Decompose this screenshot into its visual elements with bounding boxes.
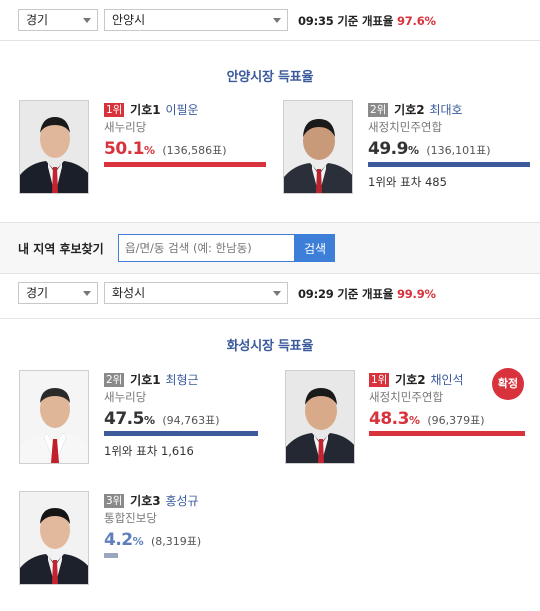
candidate-name[interactable]: 최형근 (165, 373, 198, 387)
divider (0, 40, 540, 41)
party-name: 새정치민주연합 (369, 390, 444, 404)
vote-count: (96,379표) (427, 414, 485, 427)
city-select-value: 안양시 (112, 13, 146, 27)
candidate-photo (283, 100, 353, 194)
count-status-label: 기준 개표율 (337, 14, 394, 28)
vote-bar (369, 431, 531, 436)
candidate-photo (19, 370, 89, 464)
count-rate: 99.9% (396, 287, 436, 301)
party-name: 새누리당 (104, 120, 147, 134)
section-title: 화성시장 득표율 (226, 339, 314, 354)
candidate-header: 2위 기호1 최형근 (104, 371, 199, 388)
candidate-header: 3위 기호3 홍성규 (104, 492, 199, 509)
candidate-name[interactable]: 최대호 (429, 103, 462, 117)
candidate-photo (19, 491, 89, 585)
vote-share: 47.5% (94,763표) (104, 409, 220, 429)
percent-value: 48.3% (369, 409, 420, 429)
count-time: 09:35 (298, 14, 334, 28)
vote-bar (104, 162, 266, 167)
rank-badge: 2위 (368, 103, 389, 117)
vote-bar-fill (369, 431, 526, 436)
divider (0, 318, 540, 319)
vote-bar-fill (104, 431, 258, 436)
party-name: 새누리당 (104, 390, 147, 404)
vote-bar-fill (104, 162, 266, 167)
candidate-name[interactable]: 채인석 (430, 373, 463, 387)
search-input[interactable] (118, 234, 295, 262)
vote-count: (136,586표) (162, 144, 227, 157)
candidate-photo (285, 370, 355, 464)
city-select[interactable]: 안양시 (104, 9, 288, 31)
chevron-down-icon (83, 18, 91, 23)
count-status: 09:35 기준 개표율 97.6% (298, 13, 436, 29)
search-button[interactable]: 검색 (295, 234, 335, 262)
city-select-value: 화성시 (112, 286, 146, 300)
vote-count: (94,763표) (162, 414, 220, 427)
vote-bar (104, 553, 266, 558)
count-status-label: 기준 개표율 (337, 287, 394, 301)
vote-gap: 1위와 표차 485 (368, 175, 447, 189)
vote-share: 50.1% (136,586표) (104, 139, 227, 159)
ballot-number: 기호1 (130, 373, 161, 387)
vote-share: 4.2% (8,319표) (104, 530, 201, 550)
city-select[interactable]: 화성시 (104, 282, 288, 304)
vote-share: 49.9% (136,101표) (368, 139, 491, 159)
rank-badge: 1위 (104, 103, 125, 117)
ballot-number: 기호2 (394, 103, 425, 117)
province-select[interactable]: 경기 (18, 9, 98, 31)
candidate-header: 1위 기호2 채인석 (369, 371, 464, 388)
province-select[interactable]: 경기 (18, 282, 98, 304)
vote-count: (136,101표) (426, 144, 491, 157)
party-name: 통합진보당 (104, 511, 157, 525)
count-time: 09:29 (298, 287, 334, 301)
region-search-bar: 내 지역 후보찾기 검색 (0, 222, 540, 274)
section-title: 안양시장 득표율 (226, 70, 314, 85)
province-select-value: 경기 (26, 13, 49, 27)
search-label: 내 지역 후보찾기 (18, 242, 104, 256)
candidate-header: 1위 기호1 이필운 (104, 101, 199, 118)
candidate-header: 2위 기호2 최대호 (368, 101, 463, 118)
rank-badge: 2위 (104, 373, 125, 387)
candidate-name[interactable]: 이필운 (165, 103, 198, 117)
percent-value: 4.2% (104, 530, 144, 550)
vote-count: (8,319표) (150, 535, 202, 548)
candidate-name[interactable]: 홍성규 (165, 494, 198, 508)
chevron-down-icon (273, 291, 281, 296)
ballot-number: 기호1 (130, 103, 161, 117)
chevron-down-icon (273, 18, 281, 23)
candidate-photo (19, 100, 89, 194)
vote-gap: 1위와 표차 1,616 (104, 444, 194, 458)
anyang-select-row: 경기 안양시 09:35 기준 개표율 97.6% (0, 0, 540, 40)
percent-value: 50.1% (104, 139, 155, 159)
count-rate: 97.6% (396, 14, 436, 28)
vote-share: 48.3% (96,379표) (369, 409, 485, 429)
vote-bar-fill (104, 553, 118, 558)
confirmed-badge: 확정 (492, 368, 524, 400)
hwaseong-select-row: 경기 화성시 09:29 기준 개표율 99.9% (0, 273, 540, 313)
percent-value: 49.9% (368, 139, 419, 159)
ballot-number: 기호3 (130, 494, 161, 508)
percent-value: 47.5% (104, 409, 155, 429)
rank-badge: 3위 (104, 494, 125, 508)
vote-bar (104, 431, 266, 436)
count-status: 09:29 기준 개표율 99.9% (298, 286, 436, 302)
ballot-number: 기호2 (395, 373, 426, 387)
vote-bar (368, 162, 530, 167)
party-name: 새정치민주연합 (368, 120, 443, 134)
chevron-down-icon (83, 291, 91, 296)
vote-bar-fill (368, 162, 530, 167)
rank-badge: 1위 (369, 373, 390, 387)
province-select-value: 경기 (26, 286, 49, 300)
